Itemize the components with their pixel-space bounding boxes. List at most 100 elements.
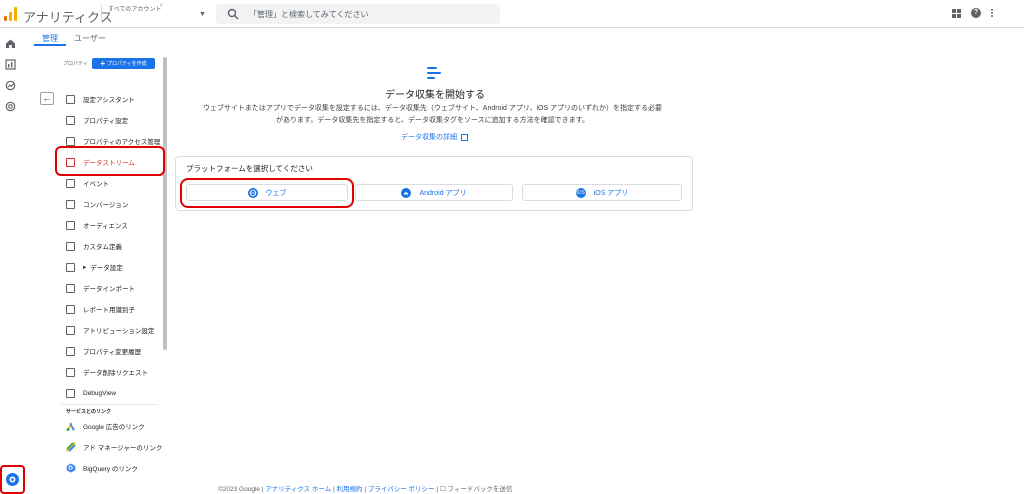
- external-link-icon: [461, 133, 468, 141]
- nav-item-label: 設定アシスタント: [83, 97, 135, 104]
- account-selector[interactable]: すべてのアカウント: [108, 4, 161, 13]
- web-button-highlight: [180, 178, 354, 208]
- debug-icon: [66, 388, 75, 398]
- description-line-2: があります。データ収集先を指定すると、データ収集タグをソースに追加する方法を確認…: [276, 117, 589, 124]
- description-line-1: ウェブサイトまたはアプリでデータ収集を設定するには、データ収集先（ウェブサイト、…: [202, 105, 663, 112]
- nav-divider: [60, 404, 158, 405]
- nav-item-label: データ削除リクエスト: [83, 370, 148, 377]
- data-stream-icon: [427, 66, 441, 80]
- platform-prompt: プラットフォームを選択してください: [186, 164, 313, 173]
- nav-link-label: BigQuery のリンク: [83, 466, 138, 473]
- google-ads-icon: [66, 422, 75, 431]
- app-title[interactable]: アナリティクス: [23, 7, 113, 26]
- nav-item-ad-manager-link[interactable]: アド マネージャーのリンク: [66, 440, 162, 454]
- search-placeholder: 「管理」と検索してみてください: [249, 10, 369, 19]
- back-arrow-icon[interactable]: ←: [40, 92, 54, 105]
- nav-item-audience[interactable]: オーディエンス: [66, 218, 128, 232]
- nav-item-upload[interactable]: データインポート: [66, 281, 135, 295]
- event-icon: [66, 178, 75, 188]
- admin-gear-highlight: [0, 465, 25, 494]
- create-property-button[interactable]: + プロパティを作成: [92, 58, 155, 69]
- nav-item-google-ads-link[interactable]: Google 広告のリンク: [66, 419, 145, 433]
- footer-link-terms[interactable]: 利用規約: [337, 486, 363, 493]
- top-bar: アナリティクス すべてのアカウント › ▼ 「管理」と検索してみてください ?: [0, 0, 1024, 28]
- database-icon: [66, 262, 75, 272]
- identifier-icon: [66, 304, 75, 314]
- content-description: ウェブサイトまたはアプリでデータ収集を設定するには、データ収集先（ウェブサイト、…: [190, 103, 675, 127]
- audience-icon: [66, 220, 75, 230]
- nav-item-property[interactable]: プロパティ設定: [66, 113, 128, 127]
- attribution-icon: [66, 325, 75, 335]
- footer-copyright: ©2023 Google: [218, 486, 261, 493]
- feedback-icon: ☐: [439, 486, 446, 493]
- left-rail: [0, 28, 22, 494]
- nav-item-label: レポート用識別子: [83, 307, 135, 314]
- android-label: Android アプリ: [419, 189, 467, 197]
- account-chevron-icon[interactable]: ›: [160, 2, 162, 9]
- nav-item-event[interactable]: イベント: [66, 176, 109, 190]
- admin-tabs: 管理 ユーザー: [34, 28, 114, 46]
- ad-manager-icon: [66, 442, 76, 452]
- nav-item-debug[interactable]: DebugView: [66, 386, 116, 400]
- plus-icon: +: [100, 59, 105, 68]
- nav-item-label: コンバージョン: [83, 202, 129, 209]
- people-icon: [66, 136, 75, 146]
- nav-item-flag[interactable]: コンバージョン: [66, 197, 128, 211]
- data-delete-icon: [66, 367, 75, 377]
- account-dropdown-icon[interactable]: ▼: [199, 11, 206, 18]
- nav-item-label: オーディエンス: [83, 223, 128, 230]
- header-divider: [101, 5, 102, 23]
- help-icon[interactable]: ?: [971, 8, 981, 18]
- nav-scrollbar[interactable]: [163, 57, 167, 350]
- nav-item-custom-definition[interactable]: カスタム定義: [66, 239, 122, 253]
- nav-item-data-delete[interactable]: データ削除リクエスト: [66, 365, 148, 379]
- search-input[interactable]: 「管理」と検索してみてください: [216, 4, 500, 24]
- advertising-icon[interactable]: [5, 101, 16, 112]
- nav-item-bigquery-link[interactable]: BigQuery のリンク: [66, 461, 138, 475]
- nav-item-checkbox[interactable]: 設定アシスタント: [66, 92, 135, 106]
- search-icon: [227, 8, 239, 20]
- learn-more-label: データ収集の詳細: [401, 134, 457, 141]
- nav-item-label: DebugView: [83, 389, 117, 397]
- tab-admin[interactable]: 管理: [34, 28, 66, 46]
- nav-link-label: アド マネージャーのリンク: [83, 445, 163, 452]
- nav-item-label: プロパティのアクセス管理: [83, 139, 161, 146]
- bigquery-icon: [66, 463, 76, 473]
- android-platform-button[interactable]: Android アプリ: [355, 184, 513, 201]
- explore-icon[interactable]: [5, 80, 16, 91]
- links-section-label: サービスとのリンク: [66, 409, 111, 415]
- custom-definition-icon: [66, 241, 75, 251]
- data-stream-highlight: [55, 146, 165, 176]
- footer-link-privacy[interactable]: プライバシー ポリシー: [368, 486, 435, 493]
- nav-item-label: カスタム定義: [83, 244, 122, 251]
- checkbox-icon: [66, 94, 75, 104]
- upload-icon: [66, 283, 75, 293]
- nav-item-label: アトリビューション設定: [83, 328, 155, 335]
- property-column-label: プロパティ: [63, 61, 88, 67]
- learn-more-link[interactable]: データ収集の詳細: [401, 132, 468, 142]
- nav-item-attribution[interactable]: アトリビューション設定: [66, 323, 154, 337]
- nav-item-label: イベント: [83, 181, 109, 188]
- footer: ©2023 Google | アナリティクス ホーム | 利用規約 | プライバ…: [218, 483, 512, 493]
- apps-grid-icon[interactable]: [952, 8, 961, 18]
- nav-item-label: データ設定: [90, 265, 123, 272]
- ios-platform-button[interactable]: iOS iOS アプリ: [522, 184, 682, 201]
- expand-arrow-icon[interactable]: ▸: [83, 263, 86, 271]
- footer-link-analytics-home[interactable]: アナリティクス ホーム: [265, 486, 331, 493]
- nav-item-database[interactable]: ▸ データ設定: [66, 260, 123, 274]
- home-icon[interactable]: [5, 38, 16, 49]
- android-icon: [401, 187, 412, 198]
- nav-item-identifier[interactable]: レポート用識別子: [66, 302, 135, 316]
- footer-feedback[interactable]: フィードバックを送信: [448, 486, 513, 493]
- nav-item-label: プロパティ設定: [83, 118, 129, 125]
- more-vert-icon[interactable]: [991, 9, 994, 17]
- tab-user[interactable]: ユーザー: [66, 28, 114, 46]
- nav-link-label: Google 広告のリンク: [83, 424, 145, 431]
- ios-icon: iOS: [575, 187, 586, 198]
- nav-item-label: プロパティ変更履歴: [83, 349, 142, 356]
- admin-gear-icon[interactable]: [6, 473, 19, 486]
- analytics-logo-icon[interactable]: [4, 7, 18, 21]
- reports-icon[interactable]: [5, 59, 16, 70]
- flag-icon: [66, 199, 75, 209]
- nav-item-history[interactable]: プロパティ変更履歴: [66, 344, 141, 358]
